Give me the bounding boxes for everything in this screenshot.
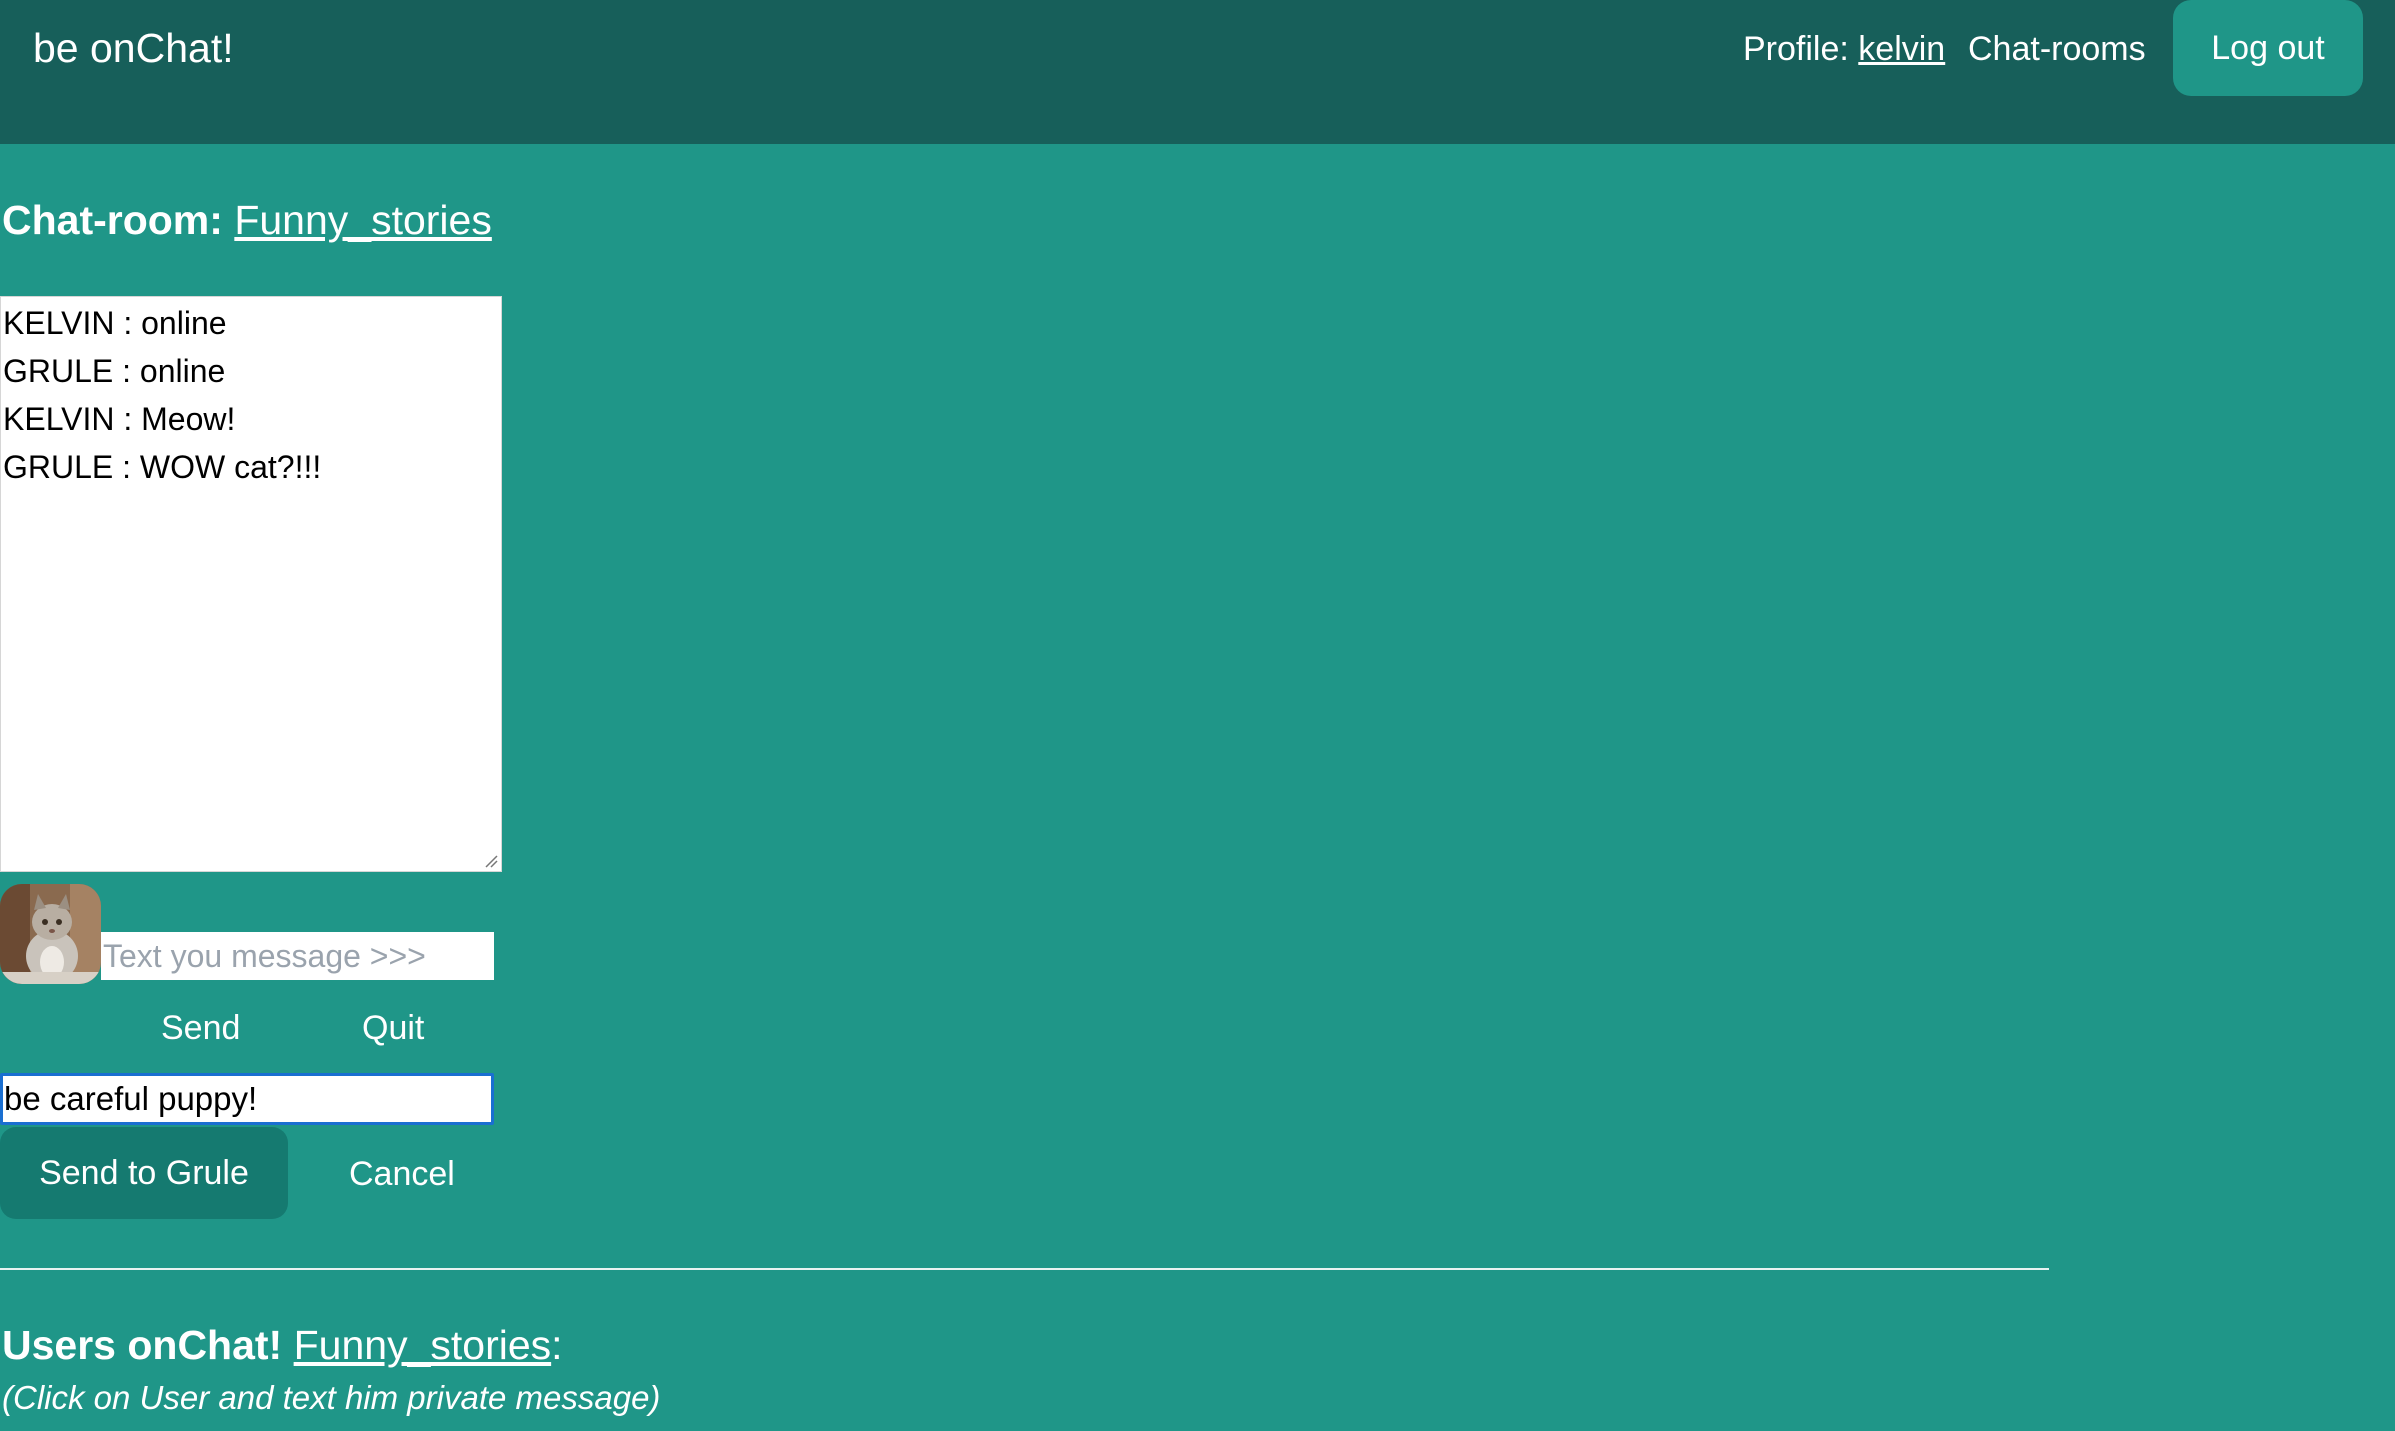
users-heading-label: Users onChat!	[2, 1322, 283, 1368]
message-input[interactable]	[101, 932, 494, 980]
users-hint: (Click on User and text him private mess…	[2, 1379, 661, 1416]
chat-room-label: Chat-room:	[2, 197, 223, 243]
resize-grip-icon[interactable]	[484, 854, 498, 868]
chat-message: GRULE : online	[3, 353, 226, 389]
chat-log-textarea[interactable]: KELVIN : online GRULE : online KELVIN : …	[0, 296, 502, 872]
chat-message: GRULE : WOW cat?!!!	[3, 449, 322, 485]
chat-message: KELVIN : Meow!	[3, 401, 236, 437]
send-private-button[interactable]: Send to Grule	[0, 1127, 288, 1219]
users-heading-suffix: :	[551, 1322, 563, 1368]
users-heading: Users onChat! Funny_stories:	[2, 1318, 563, 1372]
profile-link[interactable]: kelvin	[1858, 30, 1945, 68]
top-navbar: be onChat! Profile: kelvin Chat-rooms Lo…	[0, 0, 2395, 144]
brand-title[interactable]: be onChat!	[33, 22, 234, 74]
cat-avatar-icon	[0, 884, 101, 984]
chat-rooms-link[interactable]: Chat-rooms	[1968, 24, 2146, 74]
send-button[interactable]: Send	[161, 1004, 240, 1052]
chat-room-name-link[interactable]: Funny_stories	[234, 197, 492, 243]
section-divider	[0, 1268, 2049, 1270]
chat-room-heading: Chat-room: Funny_stories	[2, 193, 492, 247]
chat-message: KELVIN : online	[3, 305, 227, 341]
users-room-link[interactable]: Funny_stories	[294, 1322, 552, 1368]
cancel-button[interactable]: Cancel	[349, 1150, 455, 1198]
logout-button[interactable]: Log out	[2173, 0, 2363, 96]
profile-label: Profile:	[1743, 30, 1849, 68]
profile-nav: Profile: kelvin	[1743, 24, 1945, 74]
quit-button[interactable]: Quit	[362, 1004, 424, 1052]
private-message-input[interactable]	[0, 1073, 494, 1125]
